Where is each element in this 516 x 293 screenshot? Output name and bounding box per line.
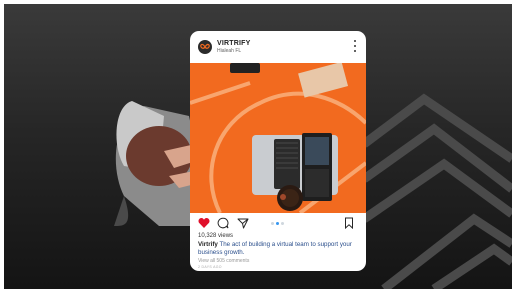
carousel-dot[interactable] <box>271 222 274 225</box>
brand-logo-icon <box>200 43 210 49</box>
caption: Virtrify The act of building a virtual t… <box>198 241 360 257</box>
share-icon[interactable] <box>237 217 249 229</box>
post-header: VIRTRIFY Hialeah FL <box>190 31 366 63</box>
username[interactable]: VIRTRIFY <box>217 40 251 47</box>
view-comments-link[interactable]: View all 505 comments <box>198 258 249 264</box>
post-actions <box>190 215 366 231</box>
hero-banner: VIRTRIFY Hialeah FL 10,328 views Virtrif… <box>4 4 512 289</box>
heart-icon[interactable] <box>198 217 210 229</box>
post-timestamp: 2 DAYS AGO <box>198 265 222 269</box>
comment-icon[interactable] <box>217 217 229 229</box>
caption-username[interactable]: Virtrify <box>198 241 218 248</box>
bookmark-icon[interactable] <box>343 217 355 229</box>
avatar[interactable] <box>198 40 212 54</box>
carousel-dot[interactable] <box>281 222 284 225</box>
more-icon[interactable] <box>353 40 357 52</box>
post-image <box>190 63 366 213</box>
carousel-indicator <box>271 222 284 225</box>
location[interactable]: Hialeah FL <box>217 48 241 54</box>
caption-text: The act of building a virtual team to su… <box>198 241 352 256</box>
post-card: VIRTRIFY Hialeah FL 10,328 views Virtrif… <box>190 31 366 271</box>
view-count[interactable]: 10,328 views <box>198 233 233 239</box>
carousel-dot-active[interactable] <box>276 222 279 225</box>
